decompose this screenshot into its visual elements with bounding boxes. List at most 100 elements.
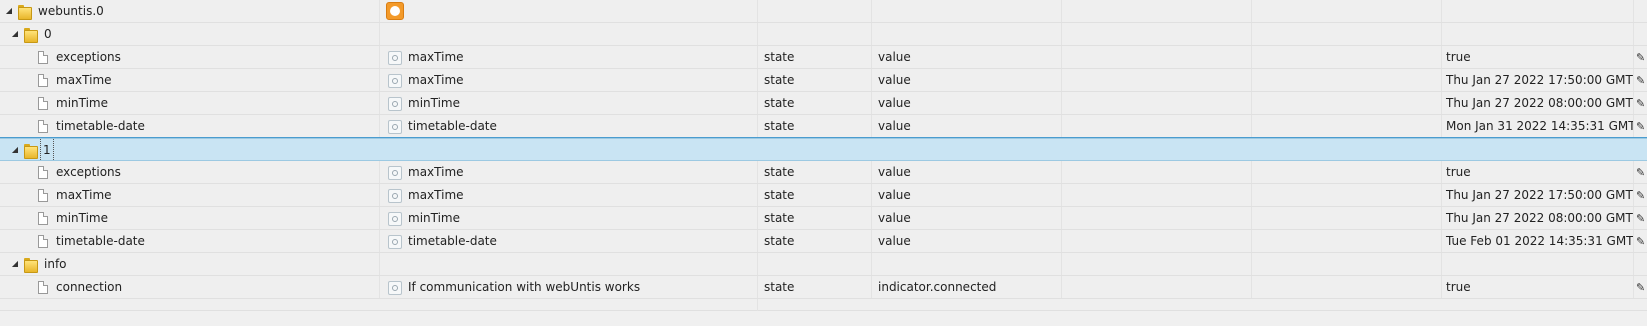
- row-name: webuntis.0: [38, 4, 104, 18]
- collapse-arrow-icon[interactable]: ◢: [10, 253, 20, 275]
- row-name: minTime: [56, 211, 108, 225]
- row-name: info: [44, 257, 67, 271]
- file-icon: [38, 188, 48, 202]
- row-role: value: [872, 184, 1062, 206]
- row-label: maxTime: [408, 188, 464, 202]
- file-icon: [38, 50, 48, 64]
- folder-icon: [24, 27, 38, 43]
- row-role: value: [872, 115, 1062, 137]
- row-name: maxTime: [56, 188, 112, 202]
- row-type: state: [758, 276, 872, 298]
- row-label: If communication with webUntis works: [408, 280, 641, 294]
- edit-pencil-icon[interactable]: ✎: [1634, 74, 1645, 87]
- row-name: minTime: [56, 96, 108, 110]
- tree-row-state[interactable]: exceptions maxTime state value true ✎: [0, 161, 1647, 184]
- row-label: maxTime: [408, 73, 464, 87]
- row-type: state: [758, 92, 872, 114]
- tree-row-folder[interactable]: ◢ info: [0, 253, 1647, 276]
- row-name: maxTime: [56, 73, 112, 87]
- row-type: state: [758, 207, 872, 229]
- state-icon: [388, 165, 402, 180]
- edit-pencil-icon[interactable]: ✎: [1634, 51, 1645, 64]
- row-value: Thu Jan 27 2022 17:50:00 GMT+: [1442, 69, 1634, 91]
- row-role: value: [872, 69, 1062, 91]
- row-value: true: [1442, 161, 1634, 183]
- row-name: 1: [40, 139, 54, 161]
- state-icon: [388, 211, 402, 226]
- row-role: value: [872, 92, 1062, 114]
- row-label: minTime: [408, 211, 460, 225]
- tree-row-state[interactable]: maxTime maxTime state value Thu Jan 27 2…: [0, 69, 1647, 92]
- file-icon: [38, 280, 48, 294]
- row-value: true: [1442, 46, 1634, 68]
- row-type: state: [758, 46, 872, 68]
- collapse-arrow-icon[interactable]: ◢: [4, 0, 14, 22]
- row-role: value: [872, 46, 1062, 68]
- row-value: Thu Jan 27 2022 08:00:00 GMT+: [1442, 207, 1634, 229]
- row-role: value: [872, 161, 1062, 183]
- row-type: state: [758, 230, 872, 252]
- row-role: value: [872, 207, 1062, 229]
- row-role: value: [872, 230, 1062, 252]
- tree-row-partial: [0, 299, 1647, 311]
- tree-row-state[interactable]: timetable-date timetable-date state valu…: [0, 230, 1647, 253]
- folder-icon: [24, 257, 38, 273]
- row-label: timetable-date: [408, 234, 497, 248]
- row-value: Thu Jan 27 2022 08:00:00 GMT+: [1442, 92, 1634, 114]
- edit-pencil-icon[interactable]: ✎: [1634, 281, 1645, 294]
- row-value: Thu Jan 27 2022 17:50:00 GMT+: [1442, 184, 1634, 206]
- tree-row-state[interactable]: minTime minTime state value Thu Jan 27 2…: [0, 207, 1647, 230]
- tree-row-state[interactable]: minTime minTime state value Thu Jan 27 2…: [0, 92, 1647, 115]
- webuntis-adapter-icon: [386, 2, 404, 20]
- state-icon: [388, 50, 402, 65]
- row-value: Mon Jan 31 2022 14:35:31 GMT: [1442, 115, 1634, 137]
- row-name: timetable-date: [56, 119, 145, 133]
- row-value: Tue Feb 01 2022 14:35:31 GMT+: [1442, 230, 1634, 252]
- file-icon: [38, 73, 48, 87]
- row-name: 0: [44, 27, 52, 41]
- state-icon: [388, 234, 402, 249]
- state-icon: [388, 119, 402, 134]
- object-tree-grid: ◢ webuntis.0 ◢ 0 exceptions maxTime stat…: [0, 0, 1647, 311]
- row-name: exceptions: [56, 50, 121, 64]
- tree-row-state[interactable]: exceptions maxTime state value true ✎: [0, 46, 1647, 69]
- row-value: true: [1442, 276, 1634, 298]
- edit-pencil-icon[interactable]: ✎: [1634, 212, 1645, 225]
- collapse-arrow-icon[interactable]: ◢: [10, 23, 20, 45]
- edit-pencil-icon[interactable]: ✎: [1634, 189, 1645, 202]
- edit-pencil-icon[interactable]: ✎: [1634, 97, 1645, 110]
- file-icon: [38, 96, 48, 110]
- tree-row-folder[interactable]: ◢ 0: [0, 23, 1647, 46]
- row-type: state: [758, 69, 872, 91]
- tree-row-state[interactable]: timetable-date timetable-date state valu…: [0, 115, 1647, 138]
- tree-row-state[interactable]: maxTime maxTime state value Thu Jan 27 2…: [0, 184, 1647, 207]
- file-icon: [38, 165, 48, 179]
- tree-row-state[interactable]: connection If communication with webUnti…: [0, 276, 1647, 299]
- collapse-arrow-icon[interactable]: ◢: [10, 139, 20, 161]
- row-type: state: [758, 115, 872, 137]
- folder-icon: [18, 4, 32, 20]
- tree-row-adapter[interactable]: ◢ webuntis.0: [0, 0, 1647, 23]
- edit-pencil-icon[interactable]: ✎: [1634, 235, 1645, 248]
- row-role: indicator.connected: [872, 276, 1062, 298]
- state-icon: [388, 280, 402, 295]
- state-icon: [388, 73, 402, 88]
- file-icon: [38, 234, 48, 248]
- state-icon: [388, 96, 402, 111]
- tree-row-folder-selected[interactable]: ◢ 1: [0, 138, 1647, 161]
- row-name: connection: [56, 280, 123, 294]
- row-label: maxTime: [408, 165, 464, 179]
- row-label: minTime: [408, 96, 460, 110]
- row-type: state: [758, 161, 872, 183]
- folder-icon: [24, 143, 38, 159]
- row-label: timetable-date: [408, 119, 497, 133]
- row-label: maxTime: [408, 50, 464, 64]
- row-name: timetable-date: [56, 234, 145, 248]
- row-type: state: [758, 184, 872, 206]
- file-icon: [38, 119, 48, 133]
- file-icon: [38, 211, 48, 225]
- edit-pencil-icon[interactable]: ✎: [1634, 120, 1645, 133]
- state-icon: [388, 188, 402, 203]
- row-name: exceptions: [56, 165, 121, 179]
- edit-pencil-icon[interactable]: ✎: [1634, 166, 1645, 179]
